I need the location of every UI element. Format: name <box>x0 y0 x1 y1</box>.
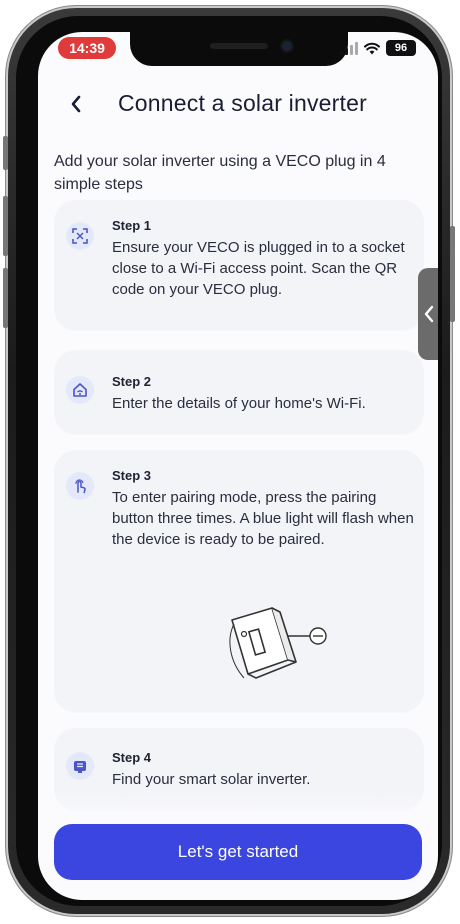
step-text-2: Enter the details of your home's Wi-Fi. <box>112 395 366 412</box>
step-title-1: Step 1 <box>112 218 152 233</box>
status-indicators: 96 <box>340 40 416 56</box>
step-title-4: Step 4 <box>112 750 152 765</box>
qr-scan-icon <box>66 222 94 250</box>
step-text-3: To enter pairing mode, press the pairing… <box>112 489 414 548</box>
status-time: 14:39 <box>58 37 116 59</box>
step-card-1: Step 1 Ensure your VECO is plugged in to… <box>54 200 424 330</box>
inverter-icon <box>66 752 94 780</box>
step-content-4: Step 4 Find your smart solar inverter. <box>112 750 416 790</box>
chevron-left-icon <box>71 95 81 113</box>
front-camera <box>282 41 292 51</box>
step-card-2: Step 2 Enter the details of your home's … <box>54 350 424 434</box>
app-screen: 14:39 96 Connect a solar inverter Add yo… <box>38 32 438 900</box>
notch <box>130 32 348 66</box>
page-header: Connect a solar inverter <box>38 84 438 128</box>
wifi-icon <box>364 42 380 54</box>
home-wifi-icon <box>66 376 94 404</box>
step-text-1: Ensure your VECO is plugged in to a sock… <box>112 239 405 298</box>
chevron-left-icon <box>424 305 434 323</box>
step-text-4: Find your smart solar inverter. <box>112 771 311 788</box>
veco-plug-illustration <box>229 607 327 679</box>
step-content-3: Step 3 To enter pairing mode, press the … <box>112 468 416 550</box>
step-title-2: Step 2 <box>112 374 152 389</box>
mute-switch <box>3 136 8 170</box>
step-title-3: Step 3 <box>112 468 152 483</box>
power-button <box>450 226 455 322</box>
battery-indicator: 96 <box>386 40 416 56</box>
signal-icon <box>340 41 358 55</box>
volume-down-button <box>3 268 8 328</box>
speaker-grill <box>210 43 268 49</box>
intro-text: Add your solar inverter using a VECO plu… <box>54 153 386 193</box>
press-finger-icon <box>66 472 94 500</box>
step-content-1: Step 1 Ensure your VECO is plugged in to… <box>112 218 416 300</box>
step-card-3: Step 3 To enter pairing mode, press the … <box>54 450 424 712</box>
back-button[interactable] <box>62 88 90 120</box>
step-content-2: Step 2 Enter the details of your home's … <box>112 374 416 414</box>
page-title: Connect a solar inverter <box>118 90 367 116</box>
volume-up-button <box>3 196 8 256</box>
edge-panel-handle[interactable] <box>418 268 438 360</box>
get-started-button[interactable]: Let's get started <box>54 824 422 880</box>
